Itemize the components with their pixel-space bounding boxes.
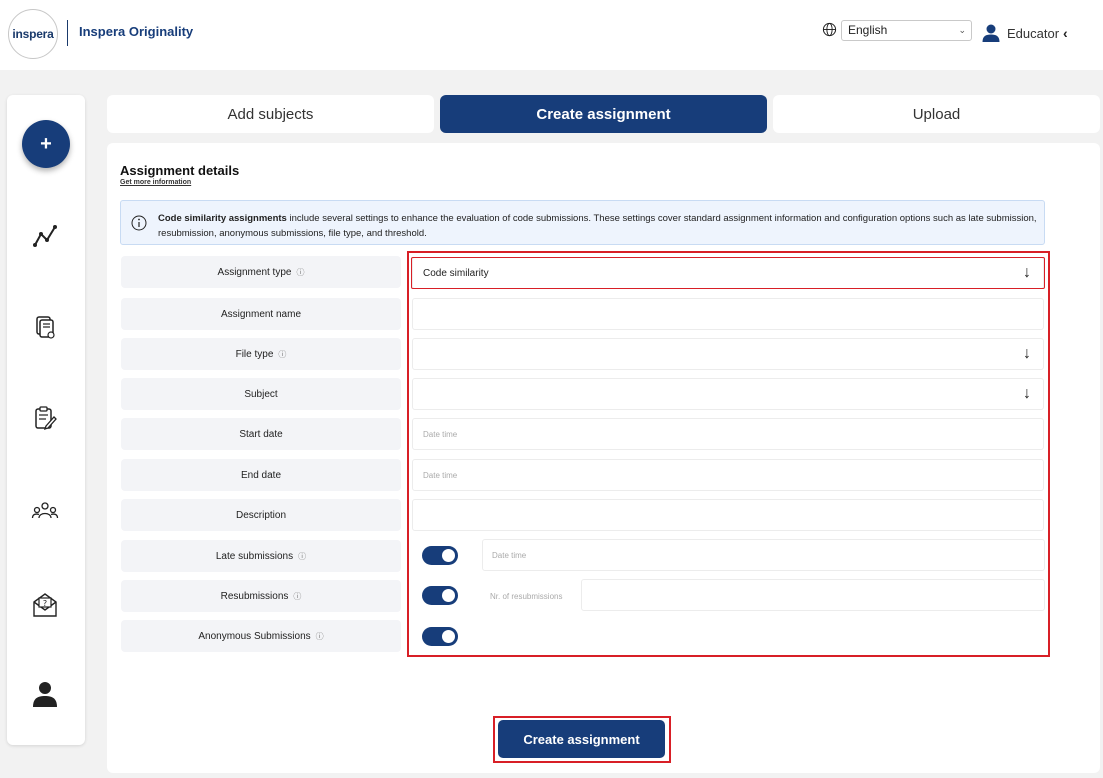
info-icon xyxy=(131,215,147,231)
app-name: Inspera Originality xyxy=(79,24,194,39)
mail-help-icon[interactable]: ? xyxy=(31,591,59,619)
top-header: inspera Inspera Originality English ⌄ Ed… xyxy=(0,0,1103,70)
language-select[interactable]: English ⌄ xyxy=(841,20,972,41)
info-icon[interactable]: ⓘ xyxy=(278,349,286,360)
svg-text:?: ? xyxy=(43,599,47,608)
users-group-icon[interactable] xyxy=(31,497,59,525)
end-date-label: End date xyxy=(121,459,401,491)
tab-add-subjects[interactable]: Add subjects xyxy=(107,95,434,133)
language-value: English xyxy=(848,23,888,37)
info-banner-bold: Code similarity assignments xyxy=(158,213,287,224)
chevron-down-icon: ⌄ xyxy=(958,25,966,35)
info-icon[interactable]: ⓘ xyxy=(293,591,301,602)
user-icon[interactable] xyxy=(981,23,1001,43)
user-role-label[interactable]: Educator xyxy=(1007,26,1059,41)
sidebar: + ? xyxy=(7,95,85,745)
assignment-name-label: Assignment name xyxy=(121,298,401,330)
info-icon[interactable]: ⓘ xyxy=(296,267,304,278)
file-type-label: File type ⓘ xyxy=(121,338,401,370)
tab-create-assignment[interactable]: Create assignment xyxy=(440,95,767,133)
info-banner-text: Code similarity assignments include seve… xyxy=(158,211,1038,241)
info-icon[interactable]: ⓘ xyxy=(298,551,306,562)
start-date-label: Start date xyxy=(121,418,401,450)
globe-icon xyxy=(822,22,837,37)
documents-icon[interactable] xyxy=(31,313,59,341)
form-fields-highlight xyxy=(407,251,1050,657)
section-title: Assignment details xyxy=(120,163,240,178)
late-submissions-label: Late submissions ⓘ xyxy=(121,540,401,572)
profile-icon[interactable] xyxy=(31,680,59,708)
more-info-link[interactable]: Get more information xyxy=(120,179,191,186)
create-assignment-button[interactable]: Create assignment xyxy=(498,720,665,758)
subject-label: Subject xyxy=(121,378,401,410)
description-label: Description xyxy=(121,499,401,531)
assignment-type-label: Assignment type ⓘ xyxy=(121,256,401,288)
add-button[interactable]: + xyxy=(22,120,70,168)
tab-upload[interactable]: Upload xyxy=(773,95,1100,133)
logo-divider xyxy=(67,20,68,46)
anonymous-submissions-label: Anonymous Submissions ⓘ xyxy=(121,620,401,652)
assignment-edit-icon[interactable] xyxy=(31,404,59,432)
inspera-logo[interactable]: inspera xyxy=(8,9,58,59)
assignment-details-card: Assignment details Get more information … xyxy=(107,143,1100,773)
info-banner: Code similarity assignments include seve… xyxy=(120,200,1045,245)
resubmissions-label: Resubmissions ⓘ xyxy=(121,580,401,612)
info-icon[interactable]: ⓘ xyxy=(316,631,324,642)
analytics-icon[interactable] xyxy=(31,222,59,250)
assignment-type-highlight xyxy=(411,257,1045,289)
info-banner-body: include several settings to enhance the … xyxy=(158,213,1037,239)
chevron-left-icon[interactable]: ‹ xyxy=(1063,25,1068,41)
